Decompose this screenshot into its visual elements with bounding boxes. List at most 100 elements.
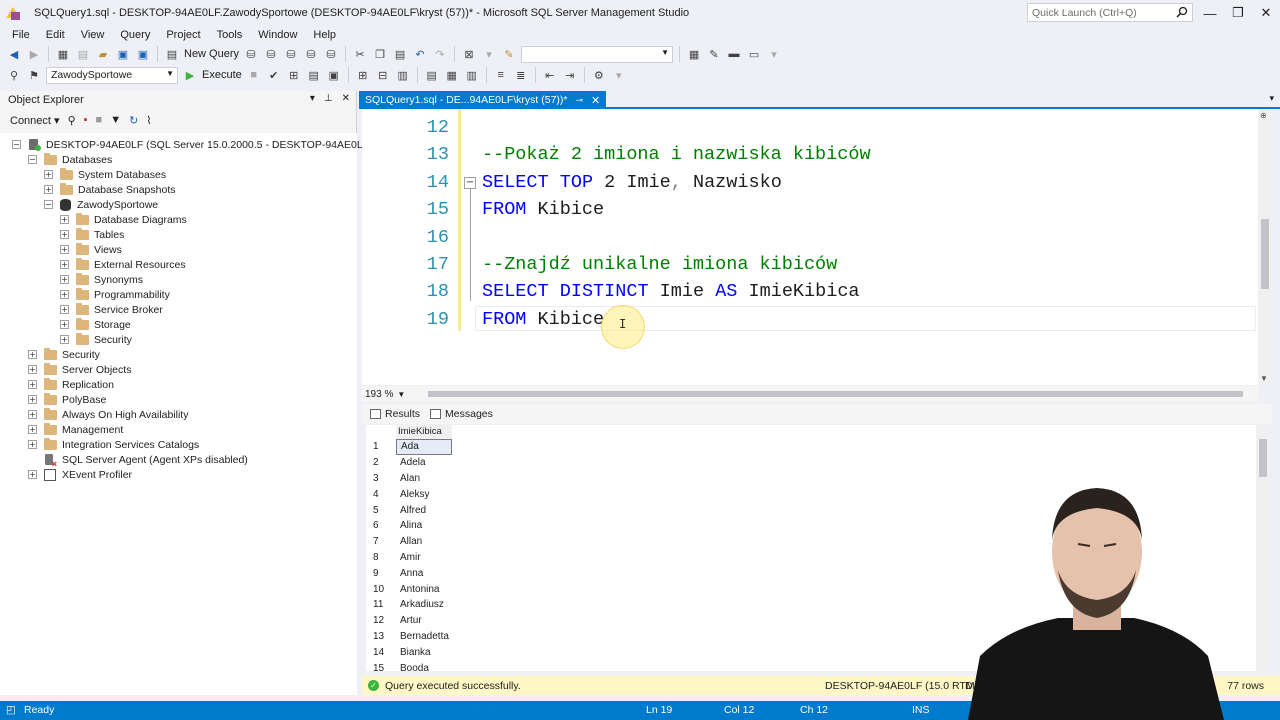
expand-icon[interactable]: + — [28, 350, 37, 359]
add-item-icon[interactable]: ▤ — [75, 46, 91, 62]
close-icon[interactable]: ✕ — [1252, 0, 1280, 26]
cell-imiekibica[interactable]: Aleksy — [396, 486, 452, 502]
undo-icon[interactable]: ↶ — [412, 46, 428, 62]
tab-results[interactable]: Results — [370, 408, 420, 420]
tree-node[interactable]: + Integration Services Catalogs — [28, 437, 199, 452]
tree-node[interactable]: + Database Diagrams — [60, 212, 187, 227]
menu-edit[interactable]: Edit — [38, 29, 73, 41]
menu-help[interactable]: Help — [305, 29, 344, 41]
query-options-icon[interactable]: ▤ — [306, 67, 322, 83]
quick-launch-input[interactable]: Quick Launch (Ctrl+Q) — [1027, 3, 1193, 22]
tree-node[interactable]: + Tables — [60, 227, 124, 242]
connect-dropdown[interactable]: Connect ▾ — [10, 114, 60, 127]
table-row[interactable]: 11 Arkadiusz — [366, 597, 486, 613]
results-vertical-scrollbar[interactable] — [1256, 425, 1270, 671]
window-position-icon[interactable]: ▾ — [310, 93, 315, 104]
cell-imiekibica[interactable]: Adela — [396, 455, 452, 471]
cell-imiekibica[interactable]: Amir — [396, 550, 452, 566]
expand-icon[interactable]: + — [60, 335, 69, 344]
tree-node[interactable]: SQL Server Agent (Agent XPs disabled) — [28, 452, 248, 469]
cell-imiekibica[interactable]: Bernadetta — [396, 629, 452, 645]
mdx-query-icon[interactable]: ⛁ — [283, 46, 299, 62]
cell-imiekibica[interactable]: Alfred — [396, 502, 452, 518]
table-row[interactable]: 10 Antonina — [366, 581, 486, 597]
row-number[interactable]: 6 — [366, 520, 396, 531]
expand-icon[interactable]: + — [28, 440, 37, 449]
cell-imiekibica[interactable]: Artur — [396, 613, 452, 629]
tree-node[interactable]: + Replication — [28, 377, 114, 392]
tree-node[interactable]: + Database Snapshots — [44, 182, 175, 197]
collapse-icon[interactable]: − — [12, 140, 21, 149]
query-editor[interactable]: − 12 13 --Pokaż 2 imiona i nazwiska kibicó… — [362, 109, 1258, 385]
tab-sqlquery1[interactable]: SQLQuery1.sql - DE...94AE0LF\kryst (57))… — [359, 91, 607, 109]
menu-view[interactable]: View — [73, 29, 113, 41]
window-layout-icon[interactable]: ▭ — [746, 46, 762, 62]
row-number[interactable]: 11 — [366, 599, 396, 610]
table-row[interactable]: 7 Allan — [366, 534, 486, 550]
estimated-plan-icon[interactable]: ⊞ — [286, 67, 302, 83]
row-number[interactable]: 4 — [366, 489, 396, 500]
tree-node[interactable]: + Always On High Availability — [28, 407, 188, 422]
tree-node[interactable]: + Server Objects — [28, 362, 131, 377]
scrollbar-thumb[interactable] — [1261, 219, 1269, 289]
tree-node[interactable]: + XEvent Profiler — [28, 467, 132, 482]
row-number[interactable]: 3 — [366, 473, 396, 484]
expand-icon[interactable]: + — [28, 395, 37, 404]
new-project-icon[interactable]: ▦ — [55, 46, 71, 62]
row-number[interactable]: 2 — [366, 457, 396, 468]
connect-icon[interactable]: ⚲ — [6, 67, 22, 83]
analysis-query-icon[interactable]: ⛁ — [263, 46, 279, 62]
tree-node[interactable]: + System Databases — [44, 167, 166, 182]
results-to-text-icon[interactable]: ▤ — [424, 67, 440, 83]
collapse-icon[interactable]: − — [44, 200, 53, 209]
new-query-button[interactable]: New Query — [184, 48, 239, 60]
expand-icon[interactable]: + — [44, 185, 53, 194]
row-number[interactable]: 13 — [366, 631, 396, 642]
row-number[interactable]: 14 — [366, 647, 396, 658]
row-number[interactable]: 5 — [366, 505, 396, 516]
table-row[interactable]: 1 Ada — [366, 439, 486, 455]
row-number[interactable]: 8 — [366, 552, 396, 563]
menu-project[interactable]: Project — [158, 29, 208, 41]
tab-messages[interactable]: Messages — [430, 408, 493, 420]
table-row[interactable]: 9 Anna — [366, 565, 486, 581]
table-row[interactable]: 5 Alfred — [366, 502, 486, 518]
close-icon[interactable]: ✕ — [591, 94, 600, 107]
cell-imiekibica[interactable]: Bianka — [396, 644, 452, 660]
scroll-down-icon[interactable]: ▼ — [1260, 374, 1268, 383]
tree-node[interactable]: + Security — [60, 332, 132, 347]
collapse-icon[interactable]: − — [28, 155, 37, 164]
tree-node[interactable]: + Storage — [60, 317, 131, 332]
redo-icon[interactable]: ↷ — [432, 46, 448, 62]
table-row[interactable]: 15 Booda — [366, 660, 486, 671]
tree-node[interactable]: + Management — [28, 422, 123, 437]
expand-icon[interactable]: + — [60, 275, 69, 284]
expand-icon[interactable]: + — [28, 425, 37, 434]
xmla-query-icon[interactable]: ⛁ — [323, 46, 339, 62]
specify-values-icon[interactable]: ⚙ — [591, 67, 607, 83]
intellisense-icon[interactable]: ▣ — [326, 67, 342, 83]
expand-icon[interactable]: + — [60, 260, 69, 269]
uncomment-icon[interactable]: ≣ — [513, 67, 529, 83]
open-file-icon[interactable]: ▰ — [95, 46, 111, 62]
tree-node[interactable]: + Service Broker — [60, 302, 163, 317]
table-row[interactable]: 8 Amir — [366, 550, 486, 566]
row-number[interactable]: 15 — [366, 663, 396, 671]
toolbox-icon[interactable]: ▬ — [726, 46, 742, 62]
pin-icon[interactable]: ⊥ — [324, 93, 333, 104]
comment-icon[interactable]: ≡ — [493, 67, 509, 83]
table-row[interactable]: 3 Alan — [366, 471, 486, 487]
row-number[interactable]: 7 — [366, 536, 396, 547]
tab-list-icon[interactable]: ▾ — [1269, 93, 1274, 104]
change-connection-icon[interactable]: ⚑ — [26, 67, 42, 83]
cell-imiekibica[interactable]: Ada — [396, 439, 452, 455]
copy-icon[interactable]: ❐ — [372, 46, 388, 62]
tree-node[interactable]: + External Resources — [60, 257, 186, 272]
tree-node[interactable]: − ZawodySportowe — [44, 197, 158, 212]
parse-icon[interactable]: ✔ — [266, 67, 282, 83]
dmx-query-icon[interactable]: ⛁ — [303, 46, 319, 62]
table-row[interactable]: 2 Adela — [366, 455, 486, 471]
expand-icon[interactable]: + — [44, 170, 53, 179]
forward-icon[interactable]: ▶ — [26, 46, 42, 62]
refresh-icon[interactable]: ↻ — [129, 114, 138, 127]
